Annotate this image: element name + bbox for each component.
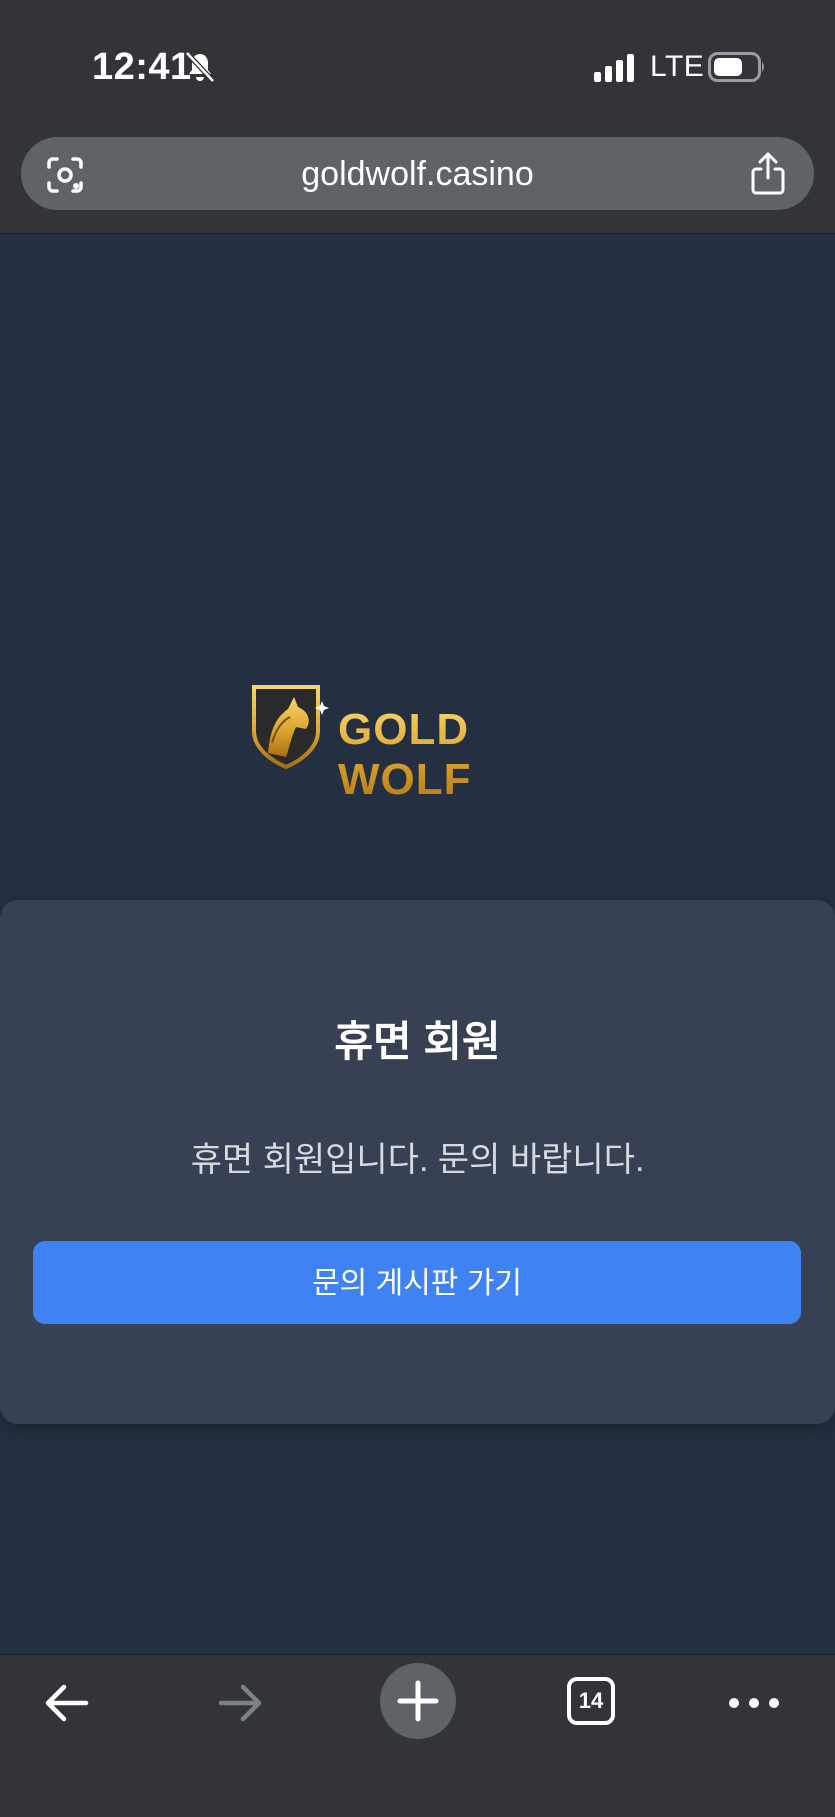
address-bar[interactable]: goldwolf.casino	[21, 137, 814, 210]
new-tab-button[interactable]	[380, 1663, 456, 1739]
dialog-title: 휴면 회원	[334, 1018, 501, 1065]
dormant-account-dialog: 휴면 회원 휴면 회원입니다. 문의 바랍니다. 문의 게시판 가기	[0, 900, 835, 1424]
dialog-message: 휴면 회원입니다. 문의 바랍니다.	[190, 1141, 645, 1179]
more-icon[interactable]	[726, 1677, 782, 1729]
wolf-shield-icon	[252, 685, 329, 769]
back-arrow-icon[interactable]	[40, 1677, 92, 1729]
tabs-icon[interactable]: 14	[567, 1677, 615, 1725]
signal-icon	[594, 54, 634, 82]
go-to-inquiry-board-button[interactable]: 문의 게시판 가기	[33, 1241, 801, 1324]
battery-icon	[708, 52, 764, 82]
logo-wordmark: GOLD WOLF	[338, 705, 590, 805]
browser-address-area: goldwolf.casino	[0, 118, 835, 234]
network-type: LTE	[650, 50, 705, 83]
bell-slash-icon	[185, 51, 215, 83]
status-bar: 12:41 LTE	[0, 0, 835, 118]
plus-icon	[397, 1680, 439, 1722]
url-text: goldwolf.casino	[301, 155, 534, 193]
browser-toolbar: 14	[0, 1654, 835, 1817]
gold-wolf-logo: GOLD WOLF	[250, 683, 590, 804]
status-time: 12:41	[92, 46, 192, 88]
share-icon[interactable]	[750, 151, 786, 195]
forward-arrow-icon[interactable]	[215, 1677, 267, 1729]
